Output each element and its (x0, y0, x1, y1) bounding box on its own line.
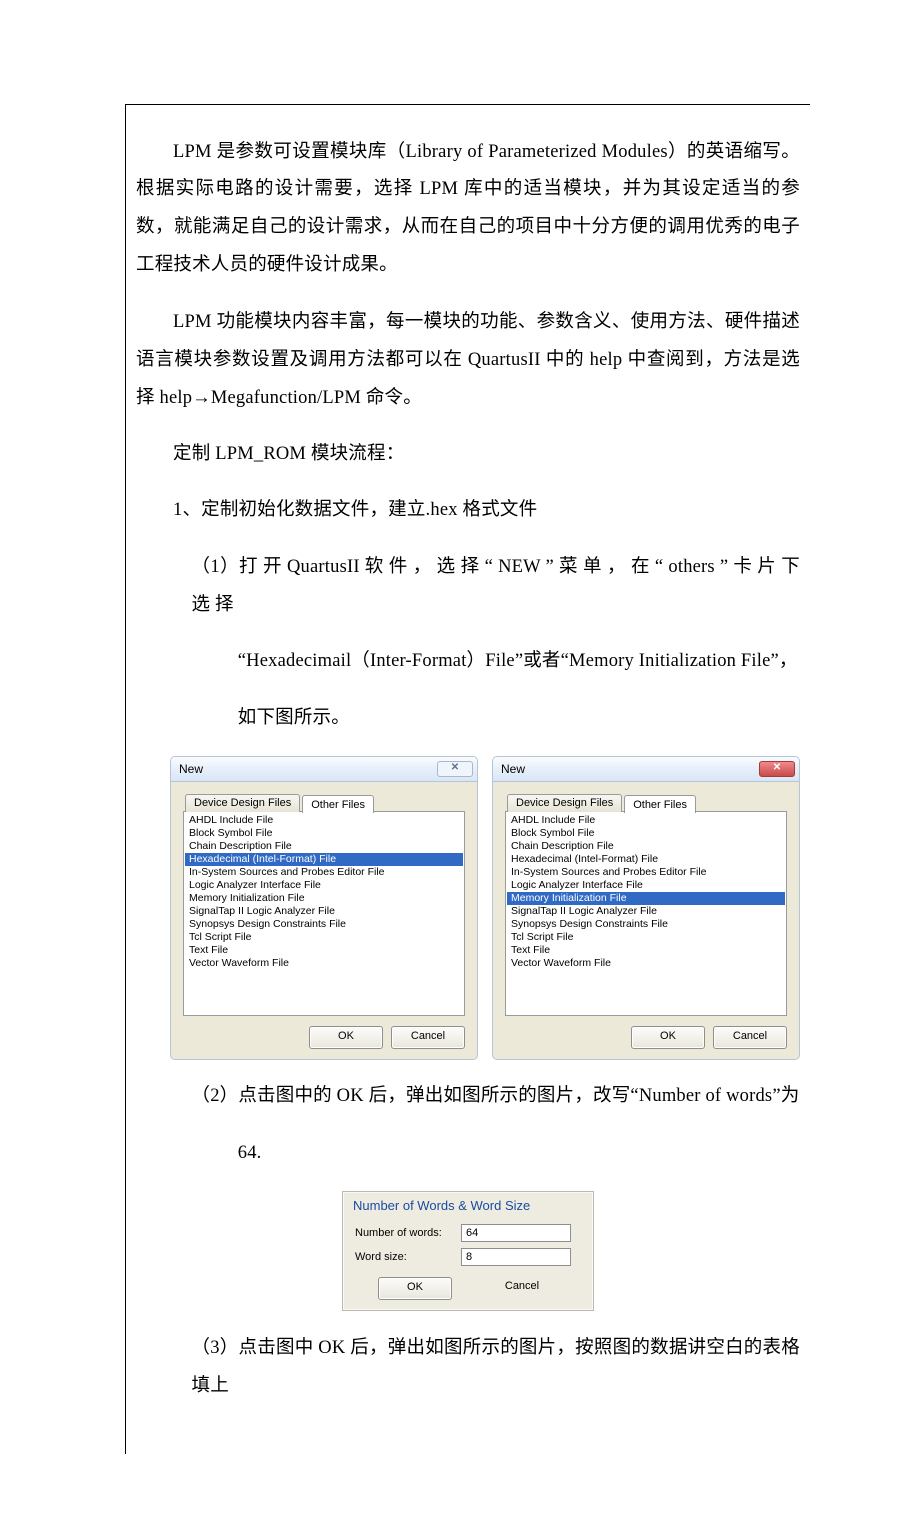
word-size-label: Word size: (355, 1251, 453, 1263)
cancel-button[interactable]: Cancel (486, 1277, 558, 1298)
ok-button[interactable]: OK (378, 1277, 452, 1300)
ok-button[interactable]: OK (309, 1026, 383, 1049)
step-1-1b: “Hexadecimail（Inter-Format）File”或者“Memor… (238, 643, 800, 681)
cancel-button[interactable]: Cancel (713, 1026, 787, 1049)
titlebar-right: New ✕ (492, 756, 800, 781)
number-of-words-input[interactable]: 64 (461, 1224, 571, 1242)
close-icon[interactable]: ✕ (437, 761, 473, 777)
file-type-list-left[interactable]: AHDL Include File Block Symbol File Chai… (183, 811, 465, 1016)
list-item[interactable]: Chain Description File (185, 840, 463, 853)
list-item-selected[interactable]: Memory Initialization File (507, 892, 785, 905)
ok-button[interactable]: OK (631, 1026, 705, 1049)
screenshots-row: New ✕ Device Design Files Other Files AH… (170, 756, 800, 1060)
new-dialog-right: New ✕ Device Design Files Other Files AH… (492, 756, 800, 1060)
list-item[interactable]: SignalTap II Logic Analyzer File (507, 905, 785, 918)
step-1-2: （2）点击图中的 OK 后，弹出如图所示的图片，改写“Number of wor… (192, 1078, 801, 1116)
list-item[interactable]: Hexadecimal (Intel-Format) File (507, 853, 785, 866)
number-of-words-label: Number of words: (355, 1227, 453, 1239)
list-item[interactable]: Synopsys Design Constraints File (507, 918, 785, 931)
step-1-1a: （1）打 开 QuartusII 软 件 ， 选 择 “ NEW ” 菜 单 ，… (192, 549, 801, 625)
tabs-right: Device Design Files Other Files (507, 794, 787, 812)
list-item[interactable]: AHDL Include File (507, 814, 785, 827)
list-item[interactable]: Vector Waveform File (507, 957, 785, 970)
dialog-buttons-right: OK Cancel (505, 1026, 787, 1049)
tabs-left: Device Design Files Other Files (185, 794, 465, 812)
close-icon[interactable]: ✕ (759, 761, 795, 777)
list-item[interactable]: Vector Waveform File (185, 957, 463, 970)
cancel-button[interactable]: Cancel (391, 1026, 465, 1049)
list-item[interactable]: Tcl Script File (185, 931, 463, 944)
word-size-row: Word size: 8 (343, 1245, 593, 1269)
file-type-list-right[interactable]: AHDL Include File Block Symbol File Chai… (505, 811, 787, 1016)
dialog-body-right: Device Design Files Other Files AHDL Inc… (492, 781, 800, 1060)
list-item[interactable]: In-System Sources and Probes Editor File (185, 866, 463, 879)
list-item-selected[interactable]: Hexadecimal (Intel-Format) File (185, 853, 463, 866)
list-item[interactable]: Tcl Script File (507, 931, 785, 944)
step-1: 1、定制初始化数据文件，建立.hex 格式文件 (136, 492, 800, 530)
new-dialog-left: New ✕ Device Design Files Other Files AH… (170, 756, 478, 1060)
dialog-buttons-left: OK Cancel (183, 1026, 465, 1049)
word-size-input[interactable]: 8 (461, 1248, 571, 1266)
list-item[interactable]: AHDL Include File (185, 814, 463, 827)
step-1-1c: 如下图所示。 (238, 700, 800, 738)
list-item[interactable]: Text File (507, 944, 785, 957)
titlebar-left: New ✕ (170, 756, 478, 781)
list-item[interactable]: Block Symbol File (185, 827, 463, 840)
list-item[interactable]: SignalTap II Logic Analyzer File (185, 905, 463, 918)
dialog-body-left: Device Design Files Other Files AHDL Inc… (170, 781, 478, 1060)
words-dialog-title: Number of Words & Word Size (343, 1192, 593, 1221)
tab-other-files[interactable]: Other Files (624, 795, 696, 813)
words-dialog: Number of Words & Word Size Number of wo… (342, 1191, 594, 1311)
words-dialog-buttons: OK Cancel (343, 1277, 593, 1300)
section-heading: 定制 LPM_ROM 模块流程： (136, 436, 800, 474)
words-dialog-wrap: Number of Words & Word Size Number of wo… (136, 1191, 800, 1311)
list-item[interactable]: In-System Sources and Probes Editor File (507, 866, 785, 879)
dialog-title: New (179, 762, 203, 776)
step-1-2-val: 64. (238, 1135, 800, 1173)
paragraph-2: LPM 功能模块内容丰富，每一模块的功能、参数含义、使用方法、硬件描述语言模块参… (136, 304, 800, 418)
list-item[interactable]: Logic Analyzer Interface File (507, 879, 785, 892)
dialog-title: New (501, 762, 525, 776)
list-item[interactable]: Text File (185, 944, 463, 957)
tab-device-design-files[interactable]: Device Design Files (507, 794, 622, 812)
tab-device-design-files[interactable]: Device Design Files (185, 794, 300, 812)
list-item[interactable]: Memory Initialization File (185, 892, 463, 905)
step-1-3: （3）点击图中 OK 后，弹出如图所示的图片，按照图的数据讲空白的表格填上 (192, 1330, 801, 1406)
list-item[interactable]: Logic Analyzer Interface File (185, 879, 463, 892)
tab-other-files[interactable]: Other Files (302, 795, 374, 813)
list-item[interactable]: Chain Description File (507, 840, 785, 853)
number-of-words-row: Number of words: 64 (343, 1221, 593, 1245)
paragraph-1: LPM 是参数可设置模块库（Library of Parameterized M… (136, 134, 800, 286)
list-item[interactable]: Block Symbol File (507, 827, 785, 840)
list-item[interactable]: Synopsys Design Constraints File (185, 918, 463, 931)
